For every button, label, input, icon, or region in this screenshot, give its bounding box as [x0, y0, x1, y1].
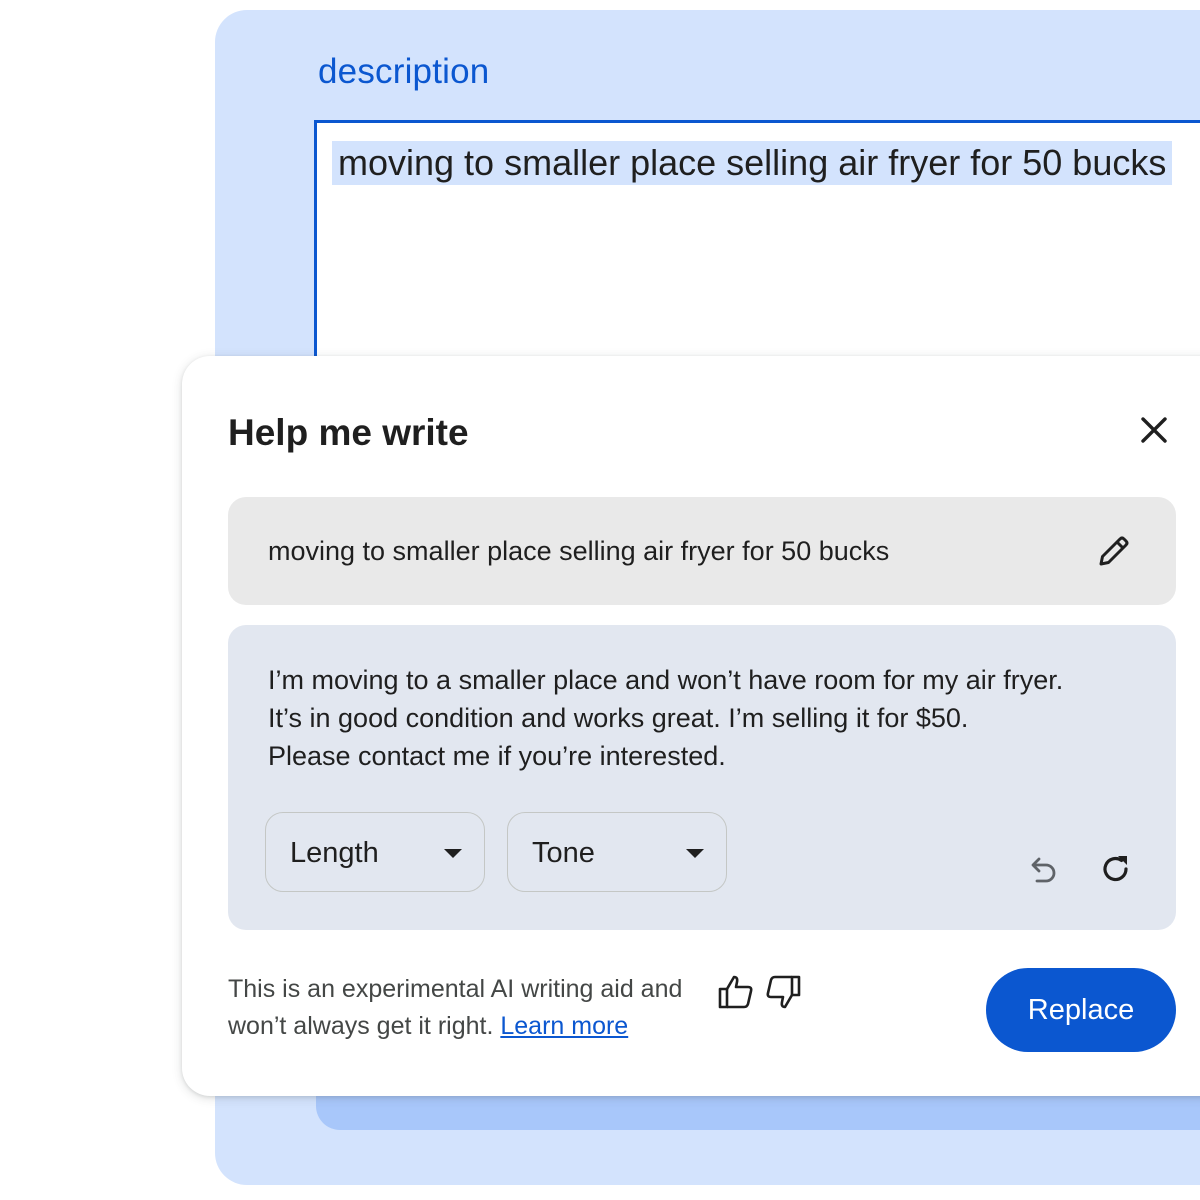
length-dropdown-label: Length — [290, 837, 379, 869]
disclaimer-line: won’t always get it right. — [228, 1012, 494, 1040]
close-button[interactable] — [1132, 408, 1176, 452]
tone-dropdown[interactable]: Tone — [507, 812, 727, 892]
refresh-icon — [1103, 856, 1128, 882]
learn-more-link[interactable]: Learn more — [500, 1012, 628, 1040]
help-me-write-dialog: Help me write moving to smaller place se… — [182, 356, 1200, 1096]
thumbs-up-button[interactable] — [716, 972, 756, 1012]
generated-result-box: I’m moving to a smaller place and won’t … — [228, 625, 1176, 930]
dialog-title: Help me write — [228, 412, 469, 453]
prompt-text: moving to smaller place selling air frye… — [268, 536, 890, 566]
regenerate-button[interactable] — [1096, 849, 1136, 889]
tone-dropdown-label: Tone — [532, 837, 595, 869]
chevron-down-icon — [444, 849, 462, 858]
generated-text-line: Please contact me if you’re interested. — [268, 741, 726, 771]
chevron-down-icon — [686, 849, 704, 858]
generated-text-line: It’s in good condition and works great. … — [268, 703, 969, 733]
generated-text: I’m moving to a smaller place and won’t … — [268, 661, 1148, 775]
undo-button[interactable] — [1022, 849, 1062, 889]
thumbs-down-button[interactable] — [763, 972, 803, 1012]
undo-icon — [1031, 857, 1056, 883]
close-icon — [1141, 417, 1167, 443]
edit-prompt-button[interactable] — [1094, 531, 1134, 571]
thumbs-up-icon — [718, 975, 753, 1009]
pencil-icon — [1099, 536, 1129, 566]
length-dropdown[interactable]: Length — [265, 812, 485, 892]
thumbs-down-icon — [766, 975, 801, 1009]
selected-description-text[interactable]: moving to smaller place selling air frye… — [332, 141, 1173, 185]
prompt-box: moving to smaller place selling air frye… — [228, 497, 1176, 605]
generated-text-line: I’m moving to a smaller place and won’t … — [268, 665, 1064, 695]
disclaimer: This is an experimental AI writing aid a… — [228, 971, 708, 1045]
disclaimer-line: This is an experimental AI writing aid a… — [228, 975, 683, 1003]
replace-button[interactable]: Replace — [986, 968, 1176, 1052]
description-field-label: description — [318, 52, 490, 91]
